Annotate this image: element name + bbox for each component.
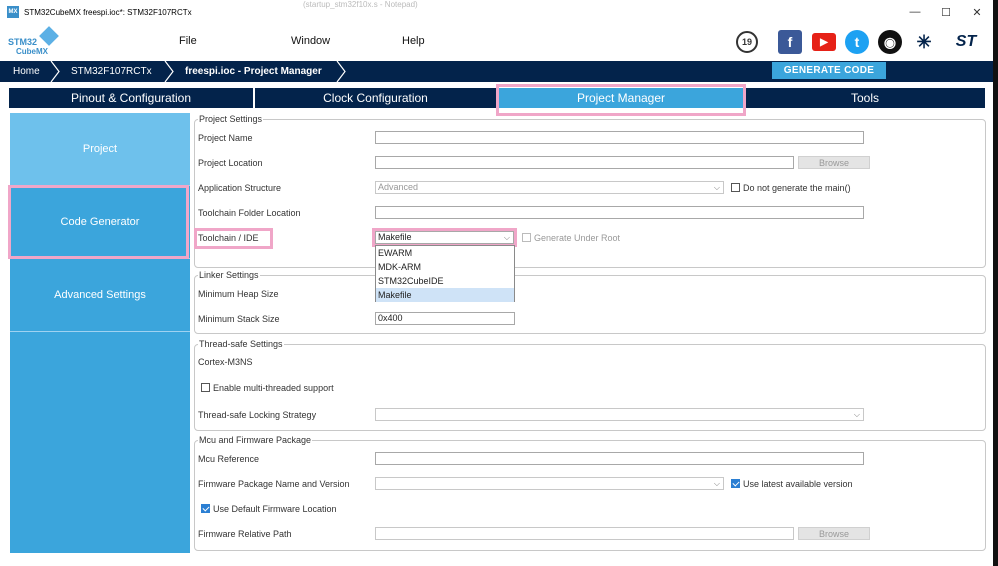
anniversary-badge-icon[interactable]: 19 (736, 31, 758, 53)
use-latest-version-label: Use latest available version (743, 479, 853, 489)
generate-code-button[interactable]: GENERATE CODE (772, 62, 886, 79)
app-icon: MX (7, 6, 19, 18)
menu-bar: STM32 CubeMX File Window Help 19 f ▶ t ◉… (0, 24, 993, 61)
sidebar-item-project[interactable]: Project (10, 113, 190, 185)
github-icon[interactable]: ◉ (878, 30, 902, 54)
sidebar-highlight (8, 185, 189, 259)
project-name-input[interactable] (375, 131, 864, 144)
toolchain-dropdown-list: EWARM MDK-ARM STM32CubeIDE Makefile (375, 245, 515, 302)
menu-help[interactable]: Help (402, 35, 425, 47)
tab-tools[interactable]: Tools (745, 88, 985, 108)
cube-icon (39, 26, 59, 46)
breadcrumb-separator-icon (336, 61, 346, 82)
sidebar-divider (10, 331, 190, 332)
generate-under-root-label: Generate Under Root (534, 233, 621, 243)
thread-safe-legend: Thread-safe Settings (198, 339, 284, 349)
app-structure-label: Application Structure (198, 183, 282, 193)
use-default-location-label: Use Default Firmware Location (213, 504, 337, 514)
linker-settings-legend: Linker Settings (198, 270, 260, 280)
toolchain-option-ewarm[interactable]: EWARM (376, 246, 514, 260)
menu-file[interactable]: File (179, 35, 197, 47)
chevron-down-icon: ⌵ (713, 183, 720, 192)
toolchain-label-highlight (194, 228, 273, 249)
do-not-generate-main-label: Do not generate the main() (743, 183, 851, 193)
sidebar-item-advanced-settings[interactable]: Advanced Settings (10, 259, 190, 331)
window-title: STM32CubeMX freespi.ioc*: STM32F107RCTx (24, 7, 192, 17)
project-location-label: Project Location (198, 158, 263, 168)
close-button[interactable]: ✕ (962, 3, 992, 21)
twitter-icon[interactable]: t (845, 30, 869, 54)
do-not-generate-main-checkbox[interactable] (731, 183, 740, 192)
chevron-down-icon: ⌵ (713, 479, 720, 488)
toolchain-option-makefile[interactable]: Makefile (376, 288, 514, 302)
mcu-firmware-legend: Mcu and Firmware Package (198, 435, 313, 445)
toolchain-option-mdk-arm[interactable]: MDK-ARM (376, 260, 514, 274)
tab-clock[interactable]: Clock Configuration (255, 88, 496, 108)
firmware-package-select[interactable]: ⌵ (375, 477, 724, 490)
app-structure-value: Advanced (378, 182, 419, 192)
project-settings-legend: Project Settings (198, 114, 264, 124)
mcu-reference-label: Mcu Reference (198, 454, 260, 464)
st-logo-icon[interactable]: ST (946, 30, 986, 54)
sidebar: Project Code Generator Advanced Settings (10, 113, 190, 553)
minimize-button[interactable]: — (900, 3, 930, 21)
generate-under-root-checkbox[interactable] (522, 233, 531, 242)
firmware-path-browse-button[interactable]: Browse (798, 527, 870, 540)
breadcrumb-separator-icon (50, 61, 60, 82)
breadcrumb-home[interactable]: Home (13, 61, 40, 82)
firmware-package-label: Firmware Package Name and Version (198, 479, 350, 489)
app-window: MX STM32CubeMX freespi.ioc*: STM32F107RC… (0, 0, 993, 566)
chevron-down-icon: ⌵ (853, 410, 860, 419)
firmware-path-input[interactable] (375, 527, 794, 540)
breadcrumb-project[interactable]: freespi.ioc - Project Manager (185, 61, 322, 82)
toolchain-folder-label: Toolchain Folder Location (198, 208, 301, 218)
tab-pinout[interactable]: Pinout & Configuration (9, 88, 253, 108)
youtube-icon[interactable]: ▶ (812, 33, 836, 51)
menu-window[interactable]: Window (291, 35, 330, 47)
project-location-input[interactable] (375, 156, 794, 169)
bottom-edge (0, 553, 993, 566)
mcu-reference-input[interactable] (375, 452, 864, 465)
toolchain-option-stm32cubeide[interactable]: STM32CubeIDE (376, 274, 514, 288)
maximize-button[interactable]: ☐ (931, 3, 961, 21)
facebook-icon[interactable]: f (778, 30, 802, 54)
window-shadow (993, 0, 998, 566)
background-window-title: (startup_stm32f10x.s - Notepad) (303, 0, 418, 9)
title-bar: MX STM32CubeMX freespi.ioc*: STM32F107RC… (0, 0, 993, 24)
app-structure-select[interactable]: Advanced ⌵ (375, 181, 724, 194)
core-label: Cortex-M3NS (198, 357, 253, 367)
logo-line1: STM32 (8, 37, 38, 47)
linker-settings-group: Linker Settings (194, 270, 986, 334)
project-name-label: Project Name (198, 133, 253, 143)
enable-multithreaded-label: Enable multi-threaded support (213, 383, 334, 393)
project-location-browse-button[interactable]: Browse (798, 156, 870, 169)
firmware-path-label: Firmware Relative Path (198, 529, 292, 539)
locking-strategy-select[interactable]: ⌵ (375, 408, 864, 421)
stack-size-input[interactable]: 0x400 (375, 312, 515, 325)
locking-strategy-label: Thread-safe Locking Strategy (198, 410, 317, 420)
network-icon[interactable]: ✳ (912, 30, 936, 54)
use-default-location-checkbox[interactable] (201, 504, 210, 513)
breadcrumb-separator-icon (164, 61, 174, 82)
stack-size-label: Minimum Stack Size (198, 314, 280, 324)
tab-highlight (496, 84, 746, 116)
enable-multithreaded-checkbox[interactable] (201, 383, 210, 392)
toolchain-folder-input[interactable] (375, 206, 864, 219)
stm32cubemx-logo: STM32 CubeMX (8, 26, 64, 58)
breadcrumb-mcu[interactable]: STM32F107RCTx (71, 61, 152, 82)
use-latest-version-checkbox[interactable] (731, 479, 740, 488)
logo-line2: CubeMX (16, 47, 48, 56)
heap-size-label: Minimum Heap Size (198, 289, 279, 299)
